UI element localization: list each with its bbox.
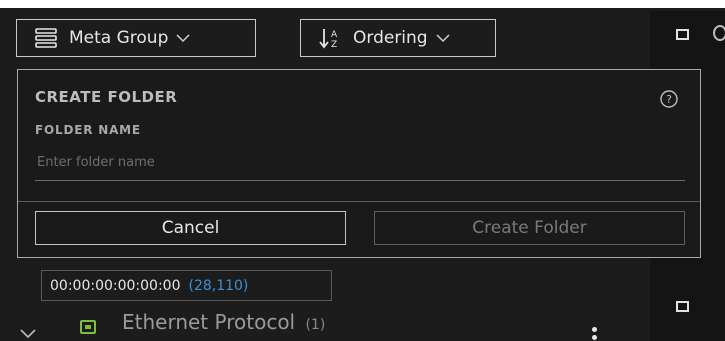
create-folder-button[interactable]: Create Folder (374, 211, 685, 245)
help-icon[interactable]: ? (659, 89, 679, 109)
meta-group-button[interactable]: Meta Group (16, 19, 256, 57)
ordering-label: Ordering (353, 28, 428, 48)
ethernet-protocol-row[interactable]: Ethernet Protocol (1) (0, 310, 650, 341)
folder-name-label: FOLDER NAME (35, 123, 141, 137)
chevron-down-icon[interactable] (20, 326, 36, 341)
row-count: (1) (305, 317, 326, 333)
maximize-icon[interactable] (676, 29, 689, 40)
partial-icon[interactable] (713, 25, 725, 41)
row-label-wrap: Ethernet Protocol (1) (122, 310, 325, 334)
folder-name-input[interactable] (35, 145, 685, 181)
cancel-button[interactable]: Cancel (35, 211, 346, 245)
maximize-icon[interactable] (676, 301, 689, 312)
chevron-down-icon (436, 34, 450, 43)
svg-text:Z: Z (331, 40, 337, 49)
more-options-icon[interactable] (592, 327, 598, 341)
meta-group-label: Meta Group (69, 28, 169, 48)
row-label: Ethernet Protocol (122, 310, 296, 334)
ordering-button[interactable]: A Z Ordering (300, 19, 496, 57)
chevron-down-icon (176, 34, 190, 43)
sort-az-icon: A Z (319, 29, 338, 49)
screen: Meta Group A Z Ordering CREATE FOLDER ? … (0, 0, 725, 341)
chip-value: 00:00:00:00:00:00 (50, 277, 181, 294)
svg-text:?: ? (666, 93, 672, 106)
top-strip (0, 0, 725, 8)
dialog-divider (18, 201, 700, 202)
chip-count: (28,110) (188, 277, 249, 294)
list-icon (35, 28, 57, 48)
create-folder-dialog: CREATE FOLDER ? FOLDER NAME Cancel Creat… (17, 69, 701, 258)
ethernet-icon (80, 320, 96, 334)
mac-address-chip[interactable]: 00:00:00:00:00:00 (28,110) (41, 270, 332, 301)
svg-text:A: A (331, 30, 338, 40)
dialog-title: CREATE FOLDER (35, 88, 178, 106)
